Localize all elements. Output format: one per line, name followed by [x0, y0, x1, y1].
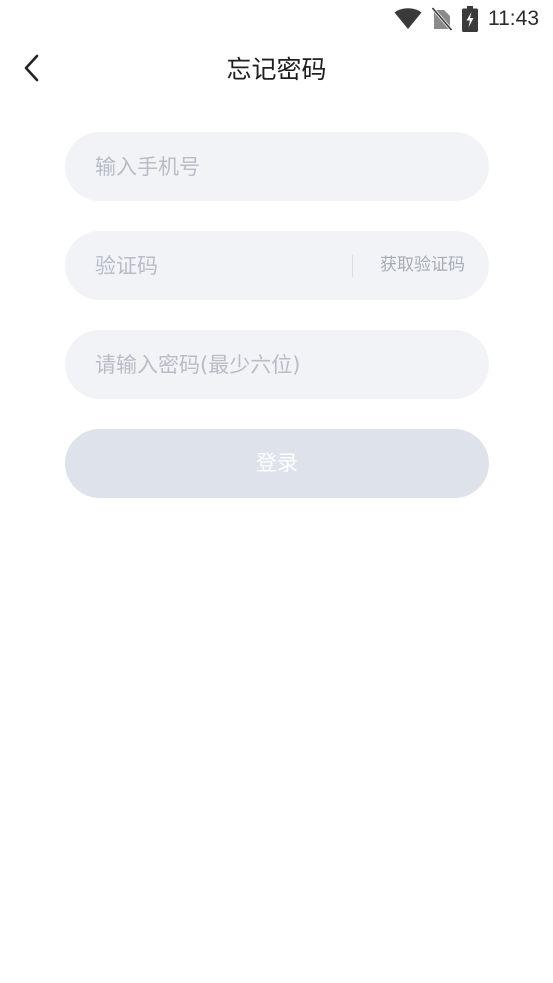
page-title: 忘记密码 — [226, 55, 327, 84]
status-time: 11:43 — [488, 7, 539, 30]
no-sim-icon — [432, 7, 452, 31]
battery-charging-icon — [462, 6, 478, 32]
password-input[interactable] — [95, 330, 455, 399]
code-divider — [352, 255, 353, 277]
header: 忘记密码 — [0, 44, 553, 96]
status-bar: 11:43 — [0, 0, 553, 38]
get-code-button[interactable]: 获取验证码 — [380, 231, 465, 300]
login-button[interactable]: 登录 — [65, 429, 489, 498]
password-field — [65, 330, 489, 399]
phone-field — [65, 132, 489, 201]
wifi-icon — [394, 8, 422, 30]
status-icons: 11:43 — [394, 6, 539, 32]
verification-code-input[interactable] — [95, 231, 335, 300]
code-field: 获取验证码 — [65, 231, 489, 300]
forgot-password-form: 获取验证码 登录 — [65, 132, 489, 498]
phone-input[interactable] — [95, 132, 455, 201]
